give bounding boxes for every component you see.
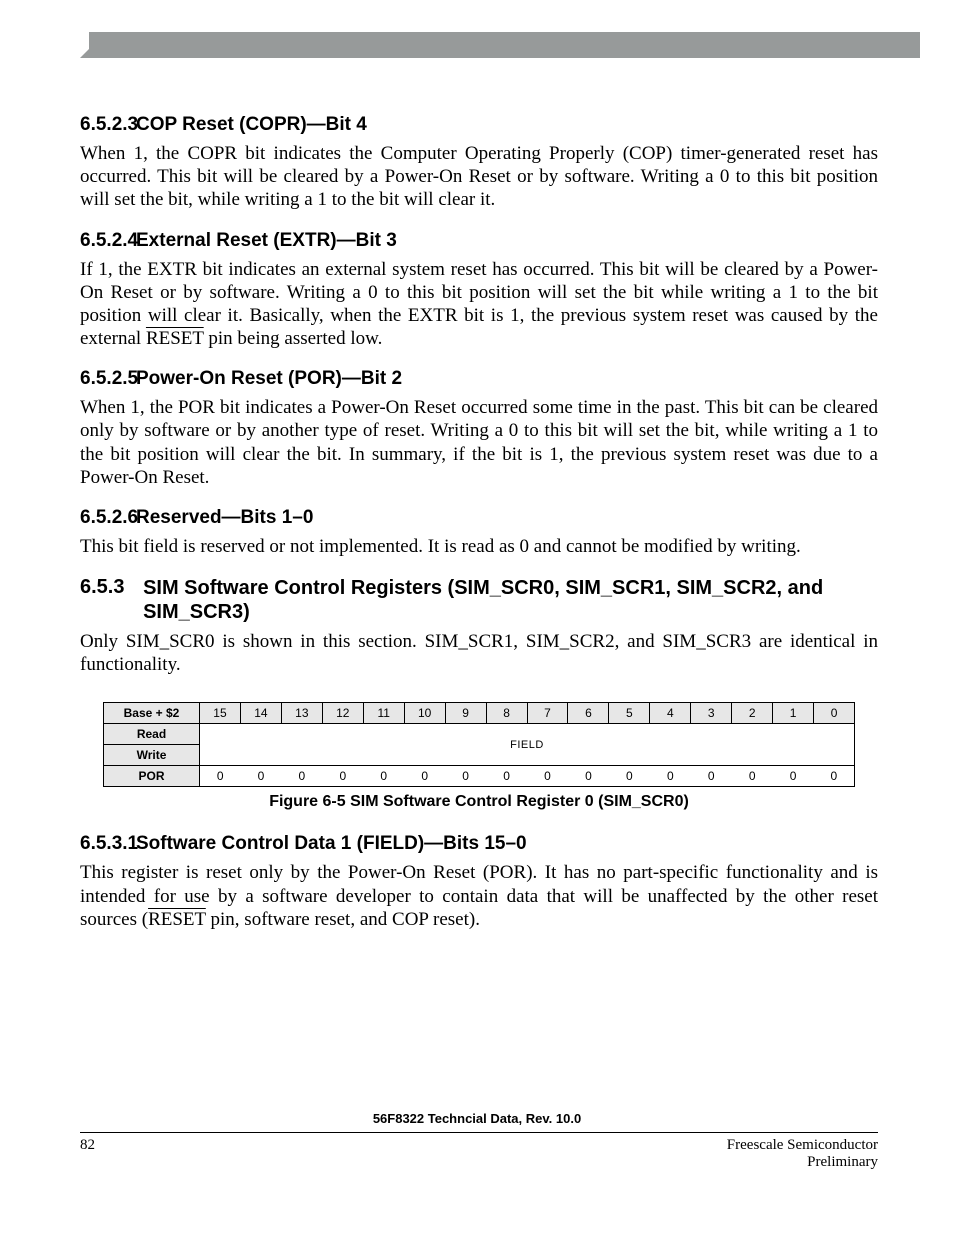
bit-cell: 6 xyxy=(568,703,609,724)
heading-6524: 6.5.2.4 External Reset (EXTR)—Bit 3 xyxy=(80,230,878,252)
table-row: POR 0 0 0 0 0 0 0 0 0 0 0 0 0 0 0 0 xyxy=(104,766,855,787)
table-row: Read FIELD xyxy=(104,724,855,745)
text: pin, software reset, and COP reset). xyxy=(206,909,480,930)
reset-overline: RESET xyxy=(146,328,204,349)
paragraph: When 1, the COPR bit indicates the Compu… xyxy=(80,142,878,212)
section-title: SIM Software Control Registers (SIM_SCR0… xyxy=(143,576,878,624)
por-cell: 0 xyxy=(568,766,609,787)
paragraph: Only SIM_SCR0 is shown in this section. … xyxy=(80,630,878,676)
heading-6526: 6.5.2.6 Reserved—Bits 1–0 xyxy=(80,507,878,529)
bit-cell: 7 xyxy=(527,703,568,724)
por-cell: 0 xyxy=(732,766,773,787)
heading-6525: 6.5.2.5 Power-On Reset (POR)—Bit 2 xyxy=(80,368,878,390)
figure-caption: Figure 6-5 SIM Software Control Register… xyxy=(80,793,878,811)
section-number: 6.5.2.5 xyxy=(80,368,132,390)
por-label: POR xyxy=(104,766,200,787)
bit-cell: 5 xyxy=(609,703,650,724)
section-title: Reserved—Bits 1–0 xyxy=(136,507,313,528)
por-cell: 0 xyxy=(814,766,855,787)
bit-cell: 13 xyxy=(281,703,322,724)
section-number: 6.5.2.3 xyxy=(80,114,132,136)
section-title: Power-On Reset (POR)—Bit 2 xyxy=(136,368,402,389)
por-cell: 0 xyxy=(322,766,363,787)
addr-cell: Base + $2 xyxy=(104,703,200,724)
bit-cell: 8 xyxy=(486,703,527,724)
bit-cell: 12 xyxy=(322,703,363,724)
header-bar xyxy=(89,32,920,49)
heading-6523: 6.5.2.3 COP Reset (COPR)—Bit 4 xyxy=(80,114,878,136)
read-label: Read xyxy=(104,724,200,745)
footer-right: Freescale Semiconductor Preliminary xyxy=(727,1137,878,1171)
por-cell: 0 xyxy=(281,766,322,787)
footer-company: Freescale Semiconductor xyxy=(727,1137,878,1154)
section-title: External Reset (EXTR)—Bit 3 xyxy=(136,230,397,251)
footer-status: Preliminary xyxy=(727,1154,878,1171)
section-number: 6.5.2.4 xyxy=(80,230,132,252)
heading-6531: 6.5.3.1 Software Control Data 1 (FIELD)—… xyxy=(80,833,878,855)
footer-doc-title: 56F8322 Techncial Data, Rev. 10.0 xyxy=(0,1111,954,1126)
bit-cell: 0 xyxy=(814,703,855,724)
heading-653: 6.5.3 SIM Software Control Registers (SI… xyxy=(80,576,878,624)
section-number: 6.5.2.6 xyxy=(80,507,132,529)
footer-rule xyxy=(80,1132,878,1133)
bit-cell: 2 xyxy=(732,703,773,724)
write-label: Write xyxy=(104,745,200,766)
bit-cell: 3 xyxy=(691,703,732,724)
paragraph: This register is reset only by the Power… xyxy=(80,861,878,931)
footer-row: 82 Freescale Semiconductor Preliminary xyxy=(0,1137,954,1171)
bit-cell: 9 xyxy=(445,703,486,724)
section-title: COP Reset (COPR)—Bit 4 xyxy=(136,114,367,135)
bit-cell: 4 xyxy=(650,703,691,724)
bit-cell: 11 xyxy=(363,703,404,724)
reset-overline: RESET xyxy=(148,909,206,930)
paragraph: This bit field is reserved or not implem… xyxy=(80,535,878,558)
register-table: Base + $2 15 14 13 12 11 10 9 8 7 6 5 4 … xyxy=(103,702,855,787)
text: pin being asserted low. xyxy=(204,328,383,349)
content-area: 6.5.2.3 COP Reset (COPR)—Bit 4 When 1, t… xyxy=(0,58,954,931)
section-number: 6.5.3.1 xyxy=(80,833,132,855)
por-cell: 0 xyxy=(773,766,814,787)
table-row: Base + $2 15 14 13 12 11 10 9 8 7 6 5 4 … xyxy=(104,703,855,724)
por-cell: 0 xyxy=(691,766,732,787)
bit-cell: 10 xyxy=(404,703,445,724)
por-cell: 0 xyxy=(445,766,486,787)
paragraph: When 1, the POR bit indicates a Power-On… xyxy=(80,396,878,489)
bit-cell: 1 xyxy=(773,703,814,724)
por-cell: 0 xyxy=(363,766,404,787)
por-cell: 0 xyxy=(527,766,568,787)
bit-cell: 15 xyxy=(200,703,241,724)
paragraph: If 1, the EXTR bit indicates an external… xyxy=(80,258,878,351)
section-number: 6.5.3 xyxy=(80,576,143,624)
por-cell: 0 xyxy=(609,766,650,787)
header-ribbon xyxy=(80,49,920,58)
field-cell: FIELD xyxy=(200,724,855,766)
por-cell: 0 xyxy=(650,766,691,787)
por-cell: 0 xyxy=(200,766,241,787)
por-cell: 0 xyxy=(404,766,445,787)
page-number: 82 xyxy=(80,1137,95,1171)
por-cell: 0 xyxy=(240,766,281,787)
section-title: Software Control Data 1 (FIELD)—Bits 15–… xyxy=(136,833,527,854)
bit-cell: 14 xyxy=(240,703,281,724)
page: 6.5.2.3 COP Reset (COPR)—Bit 4 When 1, t… xyxy=(0,32,954,1171)
por-cell: 0 xyxy=(486,766,527,787)
